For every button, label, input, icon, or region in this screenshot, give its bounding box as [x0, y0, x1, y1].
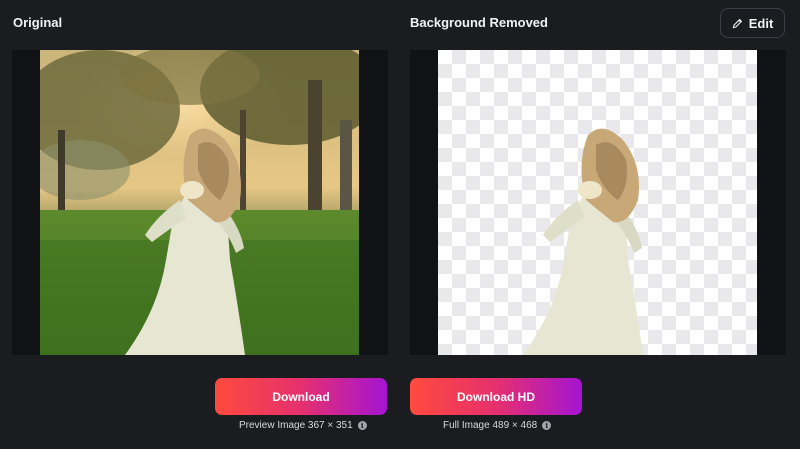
info-icon[interactable]: i — [357, 421, 367, 430]
info-icon[interactable]: i — [542, 421, 552, 430]
original-title: Original — [13, 15, 63, 30]
preview-caption-text: Preview Image 367 × 351 — [239, 420, 353, 431]
result-image — [438, 50, 757, 355]
pencil-icon — [732, 18, 742, 28]
full-image-caption-text: Full Image 489 × 468 — [443, 420, 538, 431]
full-image-caption: Full Image 489 × 468 i — [443, 420, 552, 431]
result-image-frame — [410, 50, 786, 355]
download-button[interactable]: Download — [215, 378, 387, 415]
original-image-frame — [12, 50, 388, 355]
download-hd-button[interactable]: Download HD — [410, 378, 582, 415]
edit-label: Edit — [748, 15, 774, 31]
background-removed-title: Background Removed — [410, 15, 548, 30]
preview-caption: Preview Image 367 × 351 i — [239, 420, 367, 431]
original-image — [40, 50, 359, 355]
edit-button[interactable]: Edit — [720, 8, 785, 38]
